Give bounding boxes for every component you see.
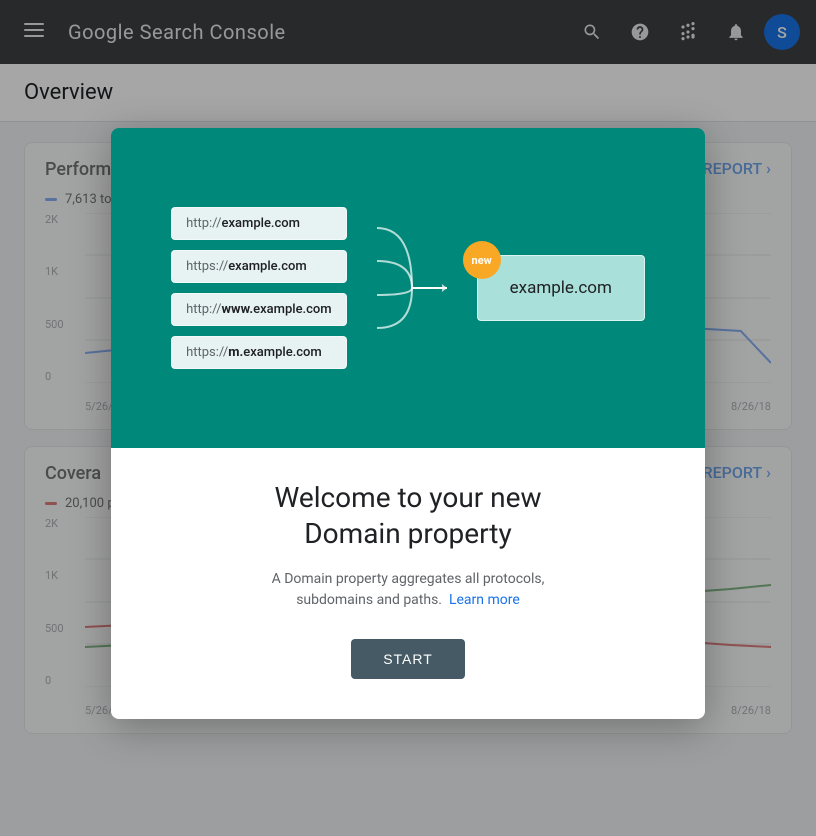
result-box-wrap: new example.com	[477, 255, 645, 321]
arrows-svg	[377, 208, 447, 368]
url-item-mobile: https://m.example.com	[171, 336, 347, 369]
url-item-http: http://example.com	[171, 207, 347, 240]
domain-diagram: http://example.com https://example.com h…	[151, 187, 665, 389]
modal-description: A Domain property aggregates all protoco…	[151, 569, 665, 611]
start-button[interactable]: START	[351, 639, 465, 679]
modal-diagram-area: http://example.com https://example.com h…	[111, 128, 705, 448]
new-badge: new	[463, 241, 501, 279]
result-domain-box: example.com	[477, 255, 645, 321]
modal-title: Welcome to your newDomain property	[151, 480, 665, 553]
url-item-www: http://www.example.com	[171, 293, 347, 326]
modal: http://example.com https://example.com h…	[111, 128, 705, 719]
learn-more-link[interactable]: Learn more	[449, 592, 520, 608]
url-item-https: https://example.com	[171, 250, 347, 283]
url-list: http://example.com https://example.com h…	[171, 207, 347, 369]
modal-content: Welcome to your newDomain property A Dom…	[111, 448, 705, 719]
